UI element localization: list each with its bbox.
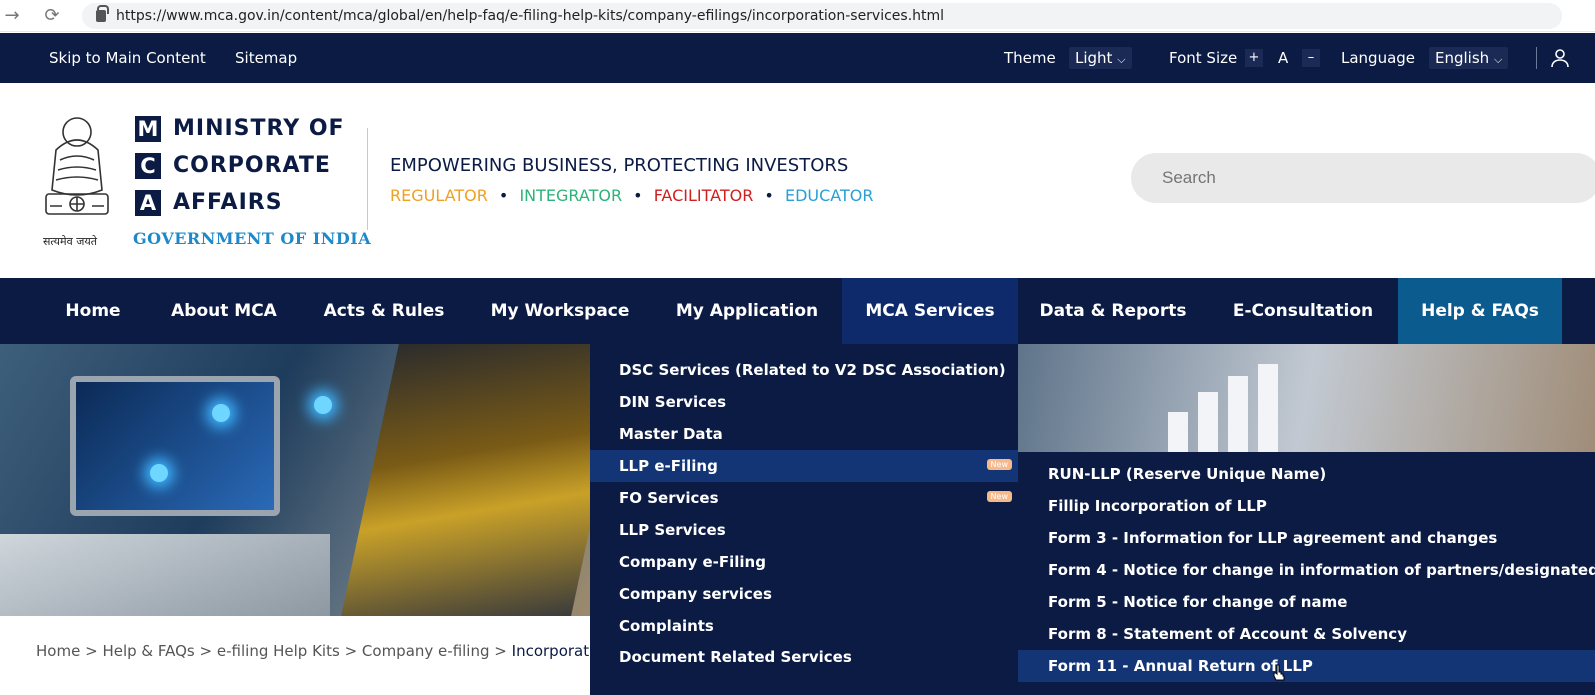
- breadcrumb-kits[interactable]: e-filing Help Kits: [217, 642, 340, 660]
- government-of-india-label: GOVERNMENT OF INDIA: [133, 229, 372, 248]
- nav-data-reports[interactable]: Data & Reports: [1018, 278, 1208, 344]
- utility-divider: [1536, 47, 1537, 69]
- dropdown-item-din-services[interactable]: DIN Services: [590, 386, 1018, 418]
- chart-bar-image: [1168, 412, 1188, 452]
- mca-services-dropdown: DSC Services (Related to V2 DSC Associat…: [590, 344, 1018, 695]
- breadcrumb: Home > Help & FAQs > e-filing Help Kits …: [36, 642, 612, 660]
- lock-icon: [96, 4, 109, 22]
- chart-bar-image: [1258, 364, 1278, 452]
- skip-link[interactable]: Skip to Main Content: [49, 49, 206, 67]
- header-divider: [367, 128, 368, 230]
- national-emblem-icon: [45, 117, 109, 215]
- submenu-item-run-llp[interactable]: RUN-LLP (Reserve Unique Name): [1018, 458, 1595, 490]
- sitemap-link[interactable]: Sitemap: [235, 49, 297, 67]
- glow-dot: [150, 464, 168, 482]
- role-educator: EDUCATOR: [784, 186, 874, 205]
- new-badge: New: [986, 459, 1012, 470]
- dropdown-item-label: LLP e-Filing: [619, 457, 718, 475]
- dropdown-item-dsc-services[interactable]: DSC Services (Related to V2 DSC Associat…: [590, 354, 1018, 386]
- hand-cursor-icon: [1273, 664, 1285, 681]
- role-integrator: INTEGRATOR: [519, 186, 623, 205]
- dropdown-item-fo-services[interactable]: FO Services New: [590, 482, 1018, 514]
- dropdown-item-company-services[interactable]: Company services: [590, 578, 1018, 610]
- logo-line-1: MINISTRY OF: [173, 116, 345, 141]
- role-separator: •: [498, 186, 509, 205]
- role-regulator: REGULATOR: [390, 186, 488, 205]
- user-icon[interactable]: [1550, 48, 1570, 68]
- dropdown-item-master-data[interactable]: Master Data: [590, 418, 1018, 450]
- language-label: Language: [1341, 49, 1416, 67]
- submenu-item-form-3[interactable]: Form 3 - Information for LLP agreement a…: [1018, 522, 1595, 554]
- submenu-item-form-5[interactable]: Form 5 - Notice for change of name: [1018, 586, 1595, 618]
- logo-letter-m: M: [135, 116, 161, 142]
- glow-dot: [212, 404, 230, 422]
- logo-line-3: AFFAIRS: [173, 190, 283, 215]
- dropdown-item-company-e-filing[interactable]: Company e-Filing: [590, 546, 1018, 578]
- breadcrumb-separator: >: [494, 642, 507, 660]
- breadcrumb-separator: >: [85, 642, 98, 660]
- laptop-image: [70, 376, 280, 516]
- submenu-item-form-11[interactable]: Form 11 - Annual Return of LLP: [1018, 650, 1595, 682]
- browser-address-bar: → ⟳ https://www.mca.gov.in/content/mca/g…: [0, 0, 1595, 32]
- nav-about-mca[interactable]: About MCA: [148, 278, 300, 344]
- url-text: https://www.mca.gov.in/content/mca/globa…: [116, 7, 945, 24]
- chevron-down-icon: ⌵: [1493, 53, 1503, 66]
- nav-my-workspace[interactable]: My Workspace: [468, 278, 652, 344]
- logo-letter-a: A: [135, 190, 161, 216]
- main-nav: Home About MCA Acts & Rules My Workspace…: [0, 278, 1595, 344]
- glow-dot: [314, 396, 332, 414]
- submenu-item-form-4[interactable]: Form 4 - Notice for change in informatio…: [1018, 554, 1595, 586]
- breadcrumb-separator: >: [199, 642, 213, 660]
- hero-right-image: [1018, 344, 1595, 452]
- dropdown-item-complaints[interactable]: Complaints: [590, 610, 1018, 642]
- emblem-caption: सत्यमेव जयते: [43, 235, 98, 248]
- chart-bar-image: [1228, 376, 1248, 452]
- llp-e-filing-submenu: RUN-LLP (Reserve Unique Name) Fillip Inc…: [1018, 452, 1595, 695]
- breadcrumb-help[interactable]: Help & FAQs: [102, 642, 194, 660]
- nav-mca-services[interactable]: MCA Services: [842, 278, 1018, 344]
- dropdown-item-document-services[interactable]: Document Related Services: [590, 641, 1018, 673]
- language-select[interactable]: English ⌵: [1429, 47, 1509, 69]
- submenu-item-fillip[interactable]: Fillip Incorporation of LLP: [1018, 490, 1595, 522]
- chart-bar-image: [1198, 392, 1218, 452]
- font-decrease-button[interactable]: –: [1302, 49, 1320, 67]
- forward-arrow-icon[interactable]: →: [2, 5, 22, 26]
- nav-my-application[interactable]: My Application: [652, 278, 842, 344]
- search-input[interactable]: [1131, 153, 1595, 203]
- theme-select[interactable]: Light ⌵: [1069, 47, 1132, 69]
- logo-letter-c: C: [135, 153, 161, 179]
- submenu-item-form-8[interactable]: Form 8 - Statement of Account & Solvency: [1018, 618, 1595, 650]
- font-increase-button[interactable]: +: [1245, 49, 1263, 67]
- font-reset-button[interactable]: A: [1278, 49, 1288, 67]
- new-badge: New: [986, 491, 1012, 502]
- nav-acts-rules[interactable]: Acts & Rules: [300, 278, 468, 344]
- theme-value: Light: [1075, 49, 1113, 67]
- url-field[interactable]: https://www.mca.gov.in/content/mca/globa…: [82, 2, 1562, 29]
- dropdown-item-label: FO Services: [619, 489, 719, 507]
- breadcrumb-separator: >: [344, 642, 358, 660]
- dropdown-item-llp-services[interactable]: LLP Services: [590, 514, 1018, 546]
- font-size-label: Font Size: [1169, 49, 1238, 67]
- role-separator: •: [764, 186, 774, 205]
- breadcrumb-company[interactable]: Company e-filing: [362, 642, 490, 660]
- nav-help-faqs[interactable]: Help & FAQs: [1398, 278, 1562, 344]
- reload-icon[interactable]: ⟳: [42, 5, 62, 26]
- breadcrumb-home[interactable]: Home: [36, 642, 80, 660]
- language-value: English: [1435, 49, 1490, 67]
- nav-e-consultation[interactable]: E-Consultation: [1208, 278, 1398, 344]
- role-separator: •: [633, 186, 643, 205]
- utility-bar: Skip to Main Content Sitemap Theme Light…: [0, 33, 1595, 83]
- chevron-down-icon: ⌵: [1117, 53, 1126, 66]
- role-facilitator: FACILITATOR: [653, 186, 754, 205]
- dropdown-item-llp-e-filing[interactable]: LLP e-Filing New: [590, 450, 1018, 482]
- tagline: EMPOWERING BUSINESS, PROTECTING INVESTOR…: [390, 155, 849, 176]
- nav-home[interactable]: Home: [38, 278, 148, 344]
- roles-line: REGULATOR • INTEGRATOR • FACILITATOR • E…: [390, 186, 873, 205]
- theme-label: Theme: [1004, 49, 1056, 67]
- keyboard-image: [0, 534, 330, 616]
- logo-line-2: CORPORATE: [173, 153, 331, 178]
